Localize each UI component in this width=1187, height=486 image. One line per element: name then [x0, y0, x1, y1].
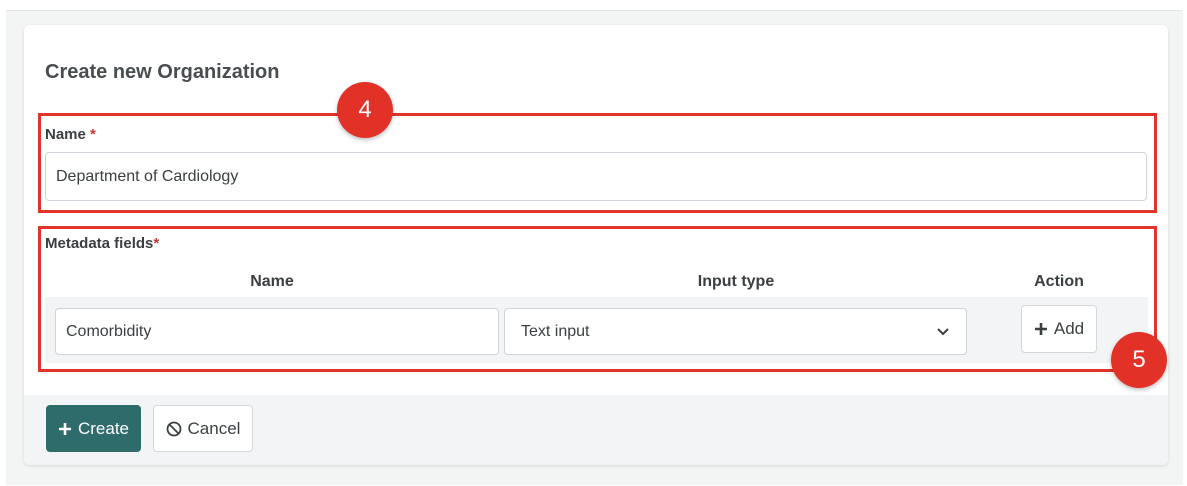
cancel-button[interactable]: Cancel	[153, 405, 253, 452]
plus-icon	[1034, 322, 1048, 336]
input-type-select[interactable]: Text input	[504, 308, 967, 355]
page-title: Create new Organization	[45, 61, 280, 83]
input-type-selected-value: Text input	[521, 322, 590, 340]
create-button-label: Create	[77, 418, 130, 438]
metadata-fields-label-text: Metadata fields	[45, 235, 154, 252]
cancel-button-label: Cancel	[187, 418, 241, 438]
annotation-marker-5: 5	[1111, 332, 1167, 388]
add-button-label: Add	[1053, 319, 1085, 338]
annotation-marker-4: 4	[337, 82, 393, 138]
column-header-input-type: Input type	[697, 273, 775, 290]
create-button[interactable]: Create	[46, 405, 141, 452]
metadata-fields-label: Metadata fields*	[45, 235, 159, 252]
plus-icon	[58, 422, 72, 436]
column-header-action: Action	[1034, 273, 1084, 290]
name-label: Name *	[45, 126, 96, 143]
required-marker: *	[153, 235, 160, 252]
add-row-button[interactable]: Add	[1021, 305, 1097, 353]
ban-icon	[166, 421, 182, 437]
chevron-down-icon	[936, 327, 950, 337]
create-organization-card: Create new Organization Name * Metadata …	[24, 25, 1168, 465]
required-marker: *	[90, 126, 96, 143]
organization-name-input[interactable]	[45, 152, 1147, 201]
metadata-field-name-input[interactable]	[55, 308, 499, 355]
name-label-text: Name	[45, 126, 86, 143]
column-header-name: Name	[250, 273, 294, 290]
